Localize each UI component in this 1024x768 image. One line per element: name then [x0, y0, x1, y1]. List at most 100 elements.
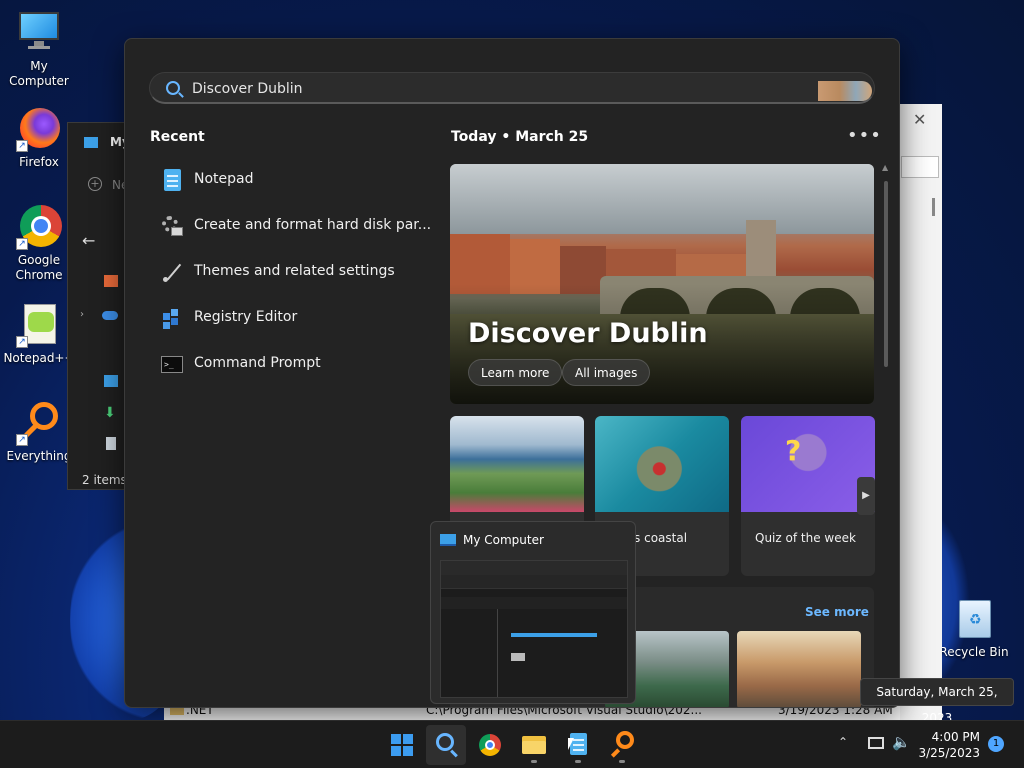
shortcut-arrow-icon: ↗: [16, 140, 28, 152]
shortcut-arrow-icon: ↗: [16, 336, 28, 348]
recent-item-label: Notepad: [194, 171, 254, 187]
desktop-icon-notepadpp[interactable]: ↗ Notepad++: [1, 302, 77, 366]
plus-icon: +: [88, 177, 102, 191]
scrollbar-thumb[interactable]: [932, 198, 935, 216]
onedrive-icon: [102, 311, 118, 320]
desktop-icon-firefox[interactable]: ↗ Firefox: [1, 106, 77, 170]
recycle-bin-icon: ♻: [951, 596, 997, 642]
shortcut-arrow-icon: ↗: [16, 238, 28, 250]
hero-card-discover-dublin[interactable]: Discover Dublin Learn more All images: [450, 164, 874, 404]
card-text: Quiz of the week: [755, 531, 856, 545]
see-more-link[interactable]: See more: [805, 605, 869, 619]
recent-item-themes[interactable]: Themes and related settings: [149, 251, 419, 291]
desktop-icon-label: Everything: [6, 449, 72, 463]
desktop-icon-everything[interactable]: ↗ Everything: [1, 400, 77, 464]
background-window-right[interactable]: ✕: [898, 104, 942, 720]
preview-thumbnail[interactable]: [440, 560, 628, 698]
taskbar-everything-button[interactable]: [602, 725, 642, 765]
clock[interactable]: 4:00 PM 3/25/2023: [918, 729, 980, 761]
recent-item-command-prompt[interactable]: >_ Command Prompt: [149, 343, 419, 383]
taskbar: ⌃ 🔈 4:00 PM 3/25/2023: [0, 720, 1024, 768]
taskbar-search-button[interactable]: [426, 725, 466, 765]
mouse-cursor: [568, 738, 574, 750]
all-images-button[interactable]: All images: [562, 359, 651, 386]
back-arrow-icon[interactable]: ←: [82, 231, 95, 250]
desktop-icon-label: Firefox: [19, 155, 59, 169]
card-image: [595, 416, 729, 512]
desktop-icon-chrome[interactable]: ↗ Google Chrome: [1, 204, 77, 283]
search-highlight-image[interactable]: [818, 81, 872, 101]
recent-heading: Recent: [150, 129, 205, 145]
chevron-right-icon[interactable]: ›: [80, 309, 84, 320]
recent-item-notepad[interactable]: Notepad: [149, 159, 419, 199]
shortcut-arrow-icon: ↗: [16, 434, 28, 446]
everything-search-icon: ↗: [16, 400, 62, 446]
recent-item-label: Themes and related settings: [194, 263, 395, 279]
terminal-icon: >_: [161, 353, 183, 375]
next-arrow-button[interactable]: ▶: [857, 477, 875, 515]
question-mark-icon: ?: [785, 434, 802, 467]
search-icon: [166, 81, 180, 95]
recent-item-label: Registry Editor: [194, 309, 298, 325]
desktop-icon-label: Notepad++: [3, 351, 75, 365]
desktop-icon-my-computer[interactable]: My Computer: [1, 10, 77, 89]
scroll-up-icon[interactable]: ▲: [882, 163, 888, 172]
card-image: [741, 416, 875, 512]
date-label: March 25: [515, 129, 589, 145]
download-icon: ⬇: [104, 405, 116, 421]
search-box[interactable]: [149, 72, 875, 104]
hero-sky: [450, 164, 874, 234]
today-heading: Today • March 25: [451, 129, 588, 145]
firefox-icon: ↗: [16, 106, 62, 152]
show-hidden-icons-chevron-up-icon[interactable]: ⌃: [838, 735, 848, 749]
hero-title: Discover Dublin: [468, 318, 708, 349]
windows-logo-icon: [391, 734, 401, 744]
today-label: Today: [451, 129, 497, 145]
card-image: [450, 416, 584, 512]
notification-badge[interactable]: 1: [988, 736, 1004, 752]
desktop-icon-label: Recycle Bin: [939, 645, 1009, 659]
taskbar-chrome-button[interactable]: [470, 725, 510, 765]
recent-item-registry-editor[interactable]: Registry Editor: [149, 297, 419, 337]
taskbar-file-explorer-button[interactable]: [514, 725, 554, 765]
monitor-icon: [84, 137, 98, 148]
monitor-icon: [440, 534, 456, 546]
volume-icon[interactable]: 🔈: [892, 733, 911, 751]
desktop-icon-label: My Computer: [9, 59, 69, 88]
disk-management-icon: [161, 215, 183, 237]
taskbar-window-preview[interactable]: My Computer: [430, 521, 636, 704]
clock-time: 4:00 PM: [931, 730, 980, 744]
brush-icon: [161, 261, 183, 283]
registry-icon: [161, 307, 183, 329]
close-icon[interactable]: ✕: [913, 110, 926, 129]
taskbar-notepad-button[interactable]: [558, 725, 598, 765]
card-quiz-of-the-week[interactable]: ? Quiz of the week: [741, 416, 875, 576]
separator-dot: •: [501, 129, 516, 145]
search-input[interactable]: [192, 79, 792, 99]
network-icon[interactable]: [868, 737, 884, 749]
notepad-icon: [161, 169, 183, 191]
address-field[interactable]: [901, 156, 939, 178]
date-tooltip: Saturday, March 25, 2023: [860, 678, 1014, 725]
scrollbar-thumb[interactable]: [884, 181, 888, 367]
recent-item-label: Create and format hard disk par...: [194, 217, 432, 233]
recent-item-disk-management[interactable]: Create and format hard disk par...: [149, 205, 431, 245]
more-options-button[interactable]: •••: [847, 125, 882, 146]
recent-item-label: Command Prompt: [194, 355, 321, 371]
document-icon: [106, 437, 116, 450]
status-item-count: 2 items: [82, 473, 127, 487]
home-icon: [104, 275, 118, 287]
thumbnail-street[interactable]: [737, 631, 861, 707]
learn-more-button[interactable]: Learn more: [468, 359, 563, 386]
desktop-icon-label: Google Chrome: [15, 253, 63, 282]
chrome-icon: ↗: [16, 204, 62, 250]
desktop-icon-recycle-bin[interactable]: ♻ Recycle Bin: [936, 596, 1012, 660]
clock-date: 3/25/2023: [918, 746, 980, 760]
notepadpp-icon: ↗: [16, 302, 62, 348]
search-icon: [436, 733, 454, 751]
start-button[interactable]: [382, 725, 422, 765]
preview-title: My Computer: [463, 533, 544, 547]
monitor-icon: [16, 10, 62, 56]
everything-search-icon: [616, 731, 634, 749]
desktop-folder-icon: [104, 375, 118, 387]
